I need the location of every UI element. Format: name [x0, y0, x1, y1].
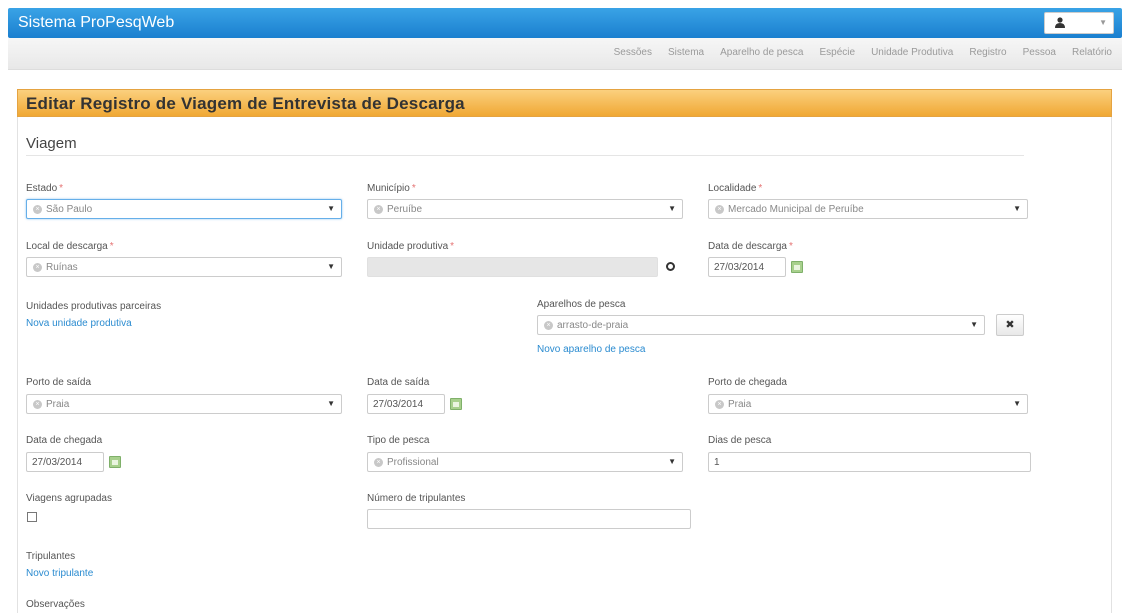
municipio-label: Município * — [367, 183, 416, 194]
aparelhos-label: Aparelhos de pesca — [537, 299, 626, 310]
novo-aparelho-link[interactable]: Novo aparelho de pesca — [537, 344, 645, 355]
local-descarga-label: Local de descarga * — [26, 241, 114, 252]
chevron-down-icon: ▼ — [668, 457, 676, 466]
porto-chegada-label: Porto de chegada — [708, 377, 787, 388]
local-descarga-select[interactable]: × Ruínas ▼ — [26, 257, 342, 277]
data-descarga-field[interactable]: 27/03/2014 — [708, 257, 786, 277]
dias-pesca-label: Dias de pesca — [708, 435, 772, 446]
estado-select[interactable]: × São Paulo ▼ — [26, 199, 342, 219]
unidades-parceiras-label: Unidades produtivas parceiras — [26, 301, 162, 312]
clear-icon[interactable]: × — [33, 205, 42, 214]
dias-pesca-field[interactable]: 1 — [708, 452, 1031, 472]
nova-unidade-produtiva-link[interactable]: Nova unidade produtiva — [26, 318, 132, 329]
clear-icon[interactable]: × — [33, 400, 42, 409]
form-card — [17, 117, 1112, 613]
unidade-produtiva-label: Unidade produtiva * — [367, 241, 455, 252]
viagens-agrupadas-label: Viagens agrupadas — [26, 493, 112, 504]
clear-icon[interactable]: × — [544, 321, 553, 330]
menu-item-sistema[interactable]: Sistema — [668, 47, 704, 58]
main-menu-bar: Sessões Sistema Aparelho de pesca Espéci… — [8, 38, 1122, 70]
viagens-agrupadas-checkbox[interactable] — [27, 512, 37, 522]
chevron-down-icon: ▼ — [327, 399, 335, 408]
chevron-down-icon: ▼ — [668, 204, 676, 213]
chevron-down-icon: ▼ — [1099, 18, 1107, 27]
porto-saida-select[interactable]: × Praia ▼ — [26, 394, 342, 414]
menu-item-aparelho-de-pesca[interactable]: Aparelho de pesca — [720, 47, 803, 58]
tipo-pesca-label: Tipo de pesca — [367, 435, 430, 446]
user-menu-button[interactable]: ▼ — [1044, 12, 1114, 34]
data-saida-field[interactable]: 27/03/2014 — [367, 394, 445, 414]
calendar-icon[interactable] — [791, 261, 803, 273]
observacoes-label: Observações — [26, 599, 85, 610]
porto-chegada-select[interactable]: × Praia ▼ — [708, 394, 1028, 414]
chevron-down-icon: ▼ — [1013, 204, 1021, 213]
page-title: Editar Registro de Viagem de Entrevista … — [26, 94, 465, 113]
data-chegada-field[interactable]: 27/03/2014 — [26, 452, 104, 472]
unidade-produtiva-field[interactable] — [367, 257, 658, 277]
chevron-down-icon: ▼ — [327, 262, 335, 271]
unidade-produtiva-search-icon[interactable] — [666, 262, 675, 271]
chevron-down-icon: ▼ — [970, 320, 978, 329]
menu-item-sessoes[interactable]: Sessões — [614, 47, 652, 58]
chevron-down-icon: ▼ — [327, 204, 335, 213]
clear-icon[interactable]: × — [715, 205, 724, 214]
user-icon — [1055, 17, 1065, 28]
aparelhos-select[interactable]: × arrasto-de-praia ▼ — [537, 315, 985, 335]
clear-icon[interactable]: × — [374, 458, 383, 467]
app-brand[interactable]: Sistema ProPesqWeb — [18, 14, 174, 32]
numero-tripulantes-field[interactable] — [367, 509, 691, 529]
tripulantes-label: Tripulantes — [26, 551, 76, 562]
localidade-select[interactable]: × Mercado Municipal de Peruíbe ▼ — [708, 199, 1028, 219]
municipio-select[interactable]: × Peruíbe ▼ — [367, 199, 683, 219]
menu-item-pessoa[interactable]: Pessoa — [1023, 47, 1056, 58]
numero-tripulantes-label: Número de tripulantes — [367, 493, 466, 504]
calendar-icon[interactable] — [109, 456, 121, 468]
data-chegada-label: Data de chegada — [26, 435, 103, 446]
remove-aparelho-button[interactable]: ✖ — [996, 314, 1024, 336]
data-saida-label: Data de saída — [367, 377, 430, 388]
clear-icon[interactable]: × — [33, 263, 42, 272]
novo-tripulante-link[interactable]: Novo tripulante — [26, 568, 93, 579]
menu-item-especie[interactable]: Espécie — [820, 47, 856, 58]
porto-saida-label: Porto de saída — [26, 377, 92, 388]
menu-item-registro[interactable]: Registro — [969, 47, 1006, 58]
section-divider — [26, 155, 1024, 156]
clear-icon[interactable]: × — [715, 400, 724, 409]
estado-label: Estado * — [26, 183, 64, 194]
main-menu: Sessões Sistema Aparelho de pesca Espéci… — [614, 47, 1112, 58]
data-descarga-label: Data de descarga * — [708, 241, 793, 252]
menu-item-relatorio[interactable]: Relatório — [1072, 47, 1112, 58]
panel-header: Editar Registro de Viagem de Entrevista … — [17, 89, 1112, 117]
top-navbar: Sistema ProPesqWeb ▼ — [8, 8, 1122, 38]
section-title: Viagem — [26, 135, 77, 152]
close-icon: ✖ — [1005, 319, 1015, 331]
localidade-label: Localidade * — [708, 183, 763, 194]
tipo-pesca-select[interactable]: × Profissional ▼ — [367, 452, 683, 472]
calendar-icon[interactable] — [450, 398, 462, 410]
menu-item-unidade-produtiva[interactable]: Unidade Produtiva — [871, 47, 953, 58]
clear-icon[interactable]: × — [374, 205, 383, 214]
chevron-down-icon: ▼ — [1013, 399, 1021, 408]
